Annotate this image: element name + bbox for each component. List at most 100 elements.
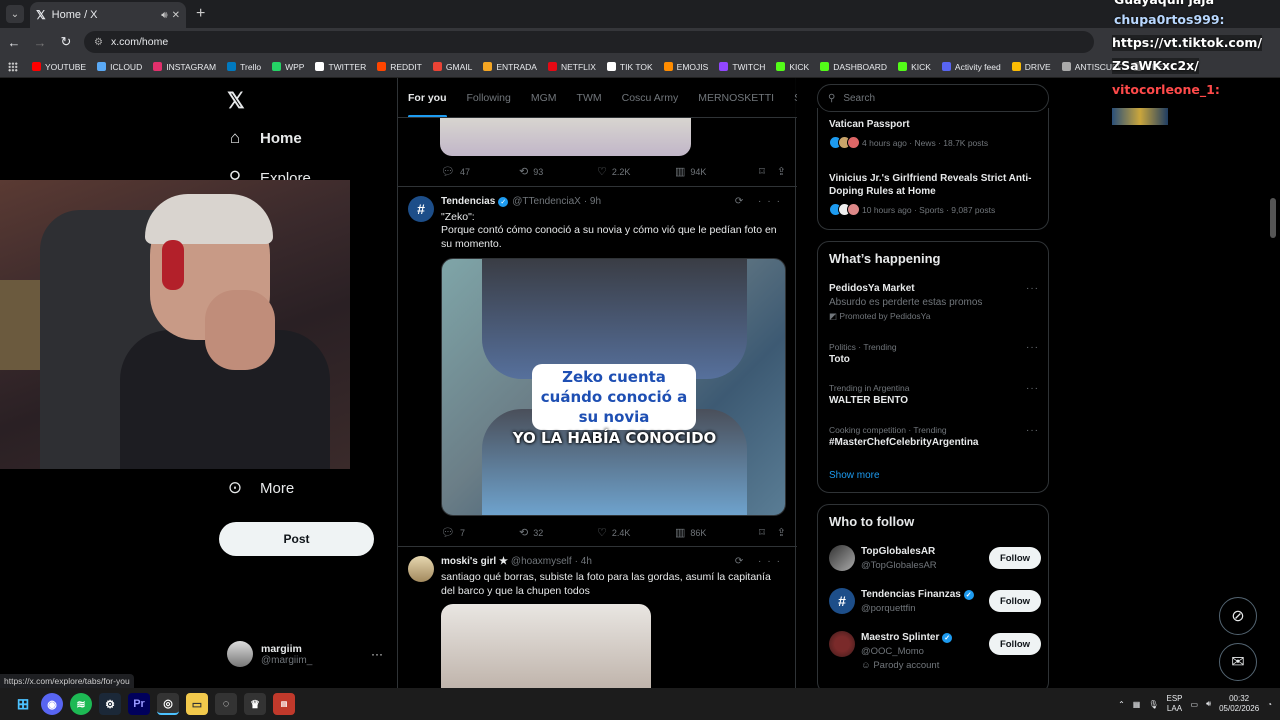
- tweet-media-image[interactable]: [441, 604, 651, 688]
- tweet-author-name[interactable]: Tendencias: [441, 196, 495, 207]
- bookmark-item[interactable]: DRIVE: [1011, 62, 1051, 72]
- bookmark-item[interactable]: WPP: [272, 62, 304, 72]
- app-icon[interactable]: ♛: [244, 693, 266, 715]
- tweet-time[interactable]: · 4h: [575, 556, 592, 567]
- bookmark-item[interactable]: DASHBOARD: [820, 62, 887, 72]
- reply-button[interactable]: 💬︎ 47: [441, 165, 519, 178]
- reply-button[interactable]: 💬︎ 7: [441, 526, 519, 539]
- follow-suggestion[interactable]: Maestro Splinter ✓ @OOC_Momo ☺ Parody ac…: [829, 631, 1041, 675]
- trend-more-icon[interactable]: ···: [1026, 342, 1039, 353]
- tweet-avatar[interactable]: [408, 556, 434, 582]
- like-button[interactable]: ♡ 2.4K: [597, 526, 675, 539]
- trend-item[interactable]: Politics · Trending Toto ···: [829, 342, 1039, 365]
- file-explorer-icon[interactable]: ▭: [186, 693, 208, 715]
- page-scrollbar[interactable]: [1270, 198, 1276, 238]
- trend-item[interactable]: Trending in Argentina WALTER BENTO ···: [829, 383, 1039, 406]
- close-tab-icon[interactable]: ✕: [172, 10, 180, 21]
- windows-start-icon[interactable]: ⊞: [12, 693, 34, 715]
- feed-tab[interactable]: Coscu Army: [612, 78, 689, 117]
- news-item[interactable]: Vinicius Jr.'s Girlfriend Reveals Strict…: [829, 172, 1039, 216]
- forward-icon[interactable]: →: [28, 35, 52, 50]
- feed-tab[interactable]: S: [784, 78, 797, 117]
- new-tab-button[interactable]: +: [196, 5, 205, 23]
- follow-suggestion[interactable]: # Tendencias Finanzas ✓ @porquettfin Fol…: [829, 588, 1041, 618]
- trend-more-icon[interactable]: ···: [1026, 425, 1039, 436]
- feed-tab[interactable]: MERNOSKETTI: [688, 78, 784, 117]
- tweet-more-icon[interactable]: ⟳ ···: [735, 556, 786, 567]
- bookmark-item[interactable]: ENTRADA: [483, 62, 537, 72]
- bookmark-item[interactable]: GMAIL: [432, 62, 472, 72]
- post-button[interactable]: Post: [219, 522, 374, 556]
- nav-home[interactable]: ⌂ Home: [226, 128, 302, 148]
- microphone-icon[interactable]: 🎙︎: [1148, 700, 1158, 709]
- back-icon[interactable]: ←: [2, 35, 26, 50]
- tweet-time[interactable]: · 9h: [584, 196, 601, 207]
- language-indicator[interactable]: ESP LAA: [1166, 694, 1182, 714]
- bookmark-item[interactable]: KICK: [898, 62, 931, 72]
- bookmark-item[interactable]: YOUTUBE: [32, 62, 86, 72]
- views-button[interactable]: ▥ 86K: [675, 526, 753, 539]
- bookmark-icon[interactable]: ⌑: [759, 526, 765, 539]
- trend-item[interactable]: PedidosYa Market Absurdo es perderte est…: [829, 283, 1039, 322]
- news-item[interactable]: Vatican Passport 4 hours ago · News · 18…: [829, 118, 1039, 149]
- premiere-icon[interactable]: Pr: [128, 693, 150, 715]
- previous-tweet-media[interactable]: [440, 118, 691, 156]
- views-button[interactable]: ▥ 94K: [675, 165, 753, 178]
- show-more-link[interactable]: Show more: [829, 470, 880, 481]
- x-logo-icon[interactable]: 𝕏: [227, 88, 245, 114]
- tray-app-icon[interactable]: ▦: [1133, 700, 1141, 709]
- bookmark-item[interactable]: INSTAGRAM: [153, 62, 216, 72]
- repost-button[interactable]: ⟲ 32: [519, 526, 597, 539]
- notifications-icon[interactable]: ◔: [1267, 700, 1272, 709]
- apps-grid-icon[interactable]: [8, 61, 18, 72]
- trend-item[interactable]: Cooking competition · Trending #MasterCh…: [829, 425, 1039, 448]
- chrome-icon[interactable]: ◎: [157, 693, 179, 715]
- spotify-icon[interactable]: ≋: [70, 693, 92, 715]
- tweet-author-name[interactable]: moski's girl ★: [441, 556, 508, 567]
- network-icon[interactable]: ▭: [1191, 700, 1199, 709]
- tab-search-button[interactable]: ⌄: [6, 5, 24, 23]
- feed-tab[interactable]: MGM: [521, 78, 567, 117]
- bookmark-item[interactable]: TIK TOK: [606, 62, 653, 72]
- like-button[interactable]: ♡ 2.2K: [597, 165, 675, 178]
- reload-icon[interactable]: ↻: [54, 34, 78, 50]
- obs-icon[interactable]: ◌: [215, 693, 237, 715]
- tweet-avatar-hash-icon[interactable]: #: [408, 196, 434, 222]
- url-field[interactable]: ⚙︎ x.com/home: [84, 31, 1094, 53]
- bookmark-item[interactable]: TWITTER: [315, 62, 366, 72]
- feed-tab[interactable]: TWM: [567, 78, 612, 117]
- tweet-author-handle[interactable]: @TTendenciaX: [512, 196, 581, 207]
- follow-suggestion[interactable]: TopGlobalesAR @TopGlobalesAR Follow: [829, 545, 1041, 575]
- speaker-icon[interactable]: 🔊︎: [161, 10, 167, 21]
- bookmark-item[interactable]: KICK: [776, 62, 809, 72]
- tweet-more-icon[interactable]: ⟳ ···: [735, 196, 786, 207]
- bookmark-item[interactable]: ICLOUD: [97, 62, 142, 72]
- follow-button[interactable]: Follow: [989, 547, 1041, 569]
- site-info-icon[interactable]: ⚙︎: [94, 37, 103, 48]
- bookmark-item[interactable]: Trello: [227, 62, 261, 72]
- feed-tab[interactable]: For you: [398, 78, 457, 117]
- bookmark-item[interactable]: TWITCH: [719, 62, 765, 72]
- tweet-author-handle[interactable]: @hoaxmyself: [511, 556, 572, 567]
- bookmark-item[interactable]: EMOJIS: [663, 62, 708, 72]
- app-icon[interactable]: ▤: [273, 693, 295, 715]
- share-icon[interactable]: ⇪: [777, 526, 786, 539]
- bookmark-item[interactable]: REDDIT: [377, 62, 422, 72]
- browser-tab[interactable]: 𝕏 Home / X 🔊︎ ✕: [30, 2, 186, 28]
- bookmark-item[interactable]: Activity feed: [941, 62, 1001, 72]
- follow-button[interactable]: Follow: [989, 590, 1041, 612]
- nav-more[interactable]: ⊙ More: [226, 478, 294, 498]
- tray-chevron-icon[interactable]: ⌃: [1118, 700, 1125, 709]
- follow-button[interactable]: Follow: [989, 633, 1041, 655]
- repost-button[interactable]: ⟲ 93: [519, 165, 597, 178]
- trend-more-icon[interactable]: ···: [1026, 383, 1039, 394]
- bookmark-item[interactable]: NETFLIX: [547, 62, 596, 72]
- bookmark-icon[interactable]: ⌑: [759, 165, 765, 178]
- steam-icon[interactable]: ⚙︎: [99, 693, 121, 715]
- clock[interactable]: 00:32 05/02/2026: [1219, 694, 1259, 714]
- trend-more-icon[interactable]: ···: [1026, 283, 1039, 294]
- messages-icon[interactable]: ✉: [1219, 643, 1257, 681]
- feed-tab[interactable]: Following: [457, 78, 521, 117]
- share-icon[interactable]: ⇪: [777, 165, 786, 178]
- tweet-media-image[interactable]: Zeko cuenta cuándo conoció a su novia YO…: [441, 258, 786, 516]
